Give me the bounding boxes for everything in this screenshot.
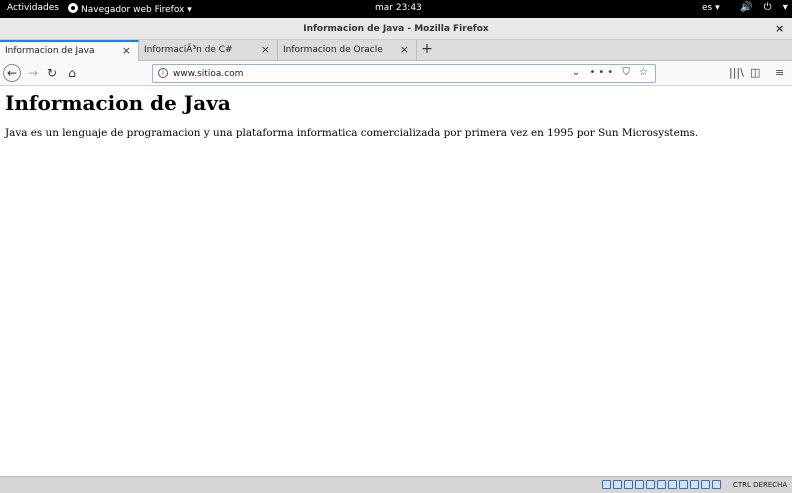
clock[interactable]: mar 23:43 — [375, 3, 422, 13]
tab-label: InformaciÃ³n de C# — [144, 45, 233, 55]
hard-disk-icon[interactable] — [602, 480, 611, 489]
address-bar[interactable]: i www.sitioa.com ⌄ ••• ⛉ ☆ — [152, 64, 656, 83]
system-top-bar: Actividades Navegador web Firefox ▾ mar … — [0, 0, 792, 18]
forward-arrow-icon[interactable]: → — [24, 64, 42, 82]
reload-icon[interactable]: ↻ — [43, 64, 61, 82]
window-title: Informacion de Java - Mozilla Firefox — [303, 24, 489, 34]
video-capture-icon[interactable] — [679, 480, 688, 489]
host-key-label: CTRL DERECHA — [733, 481, 788, 489]
tab-strip: Informacion de Java × InformaciÃ³n de C#… — [0, 40, 792, 62]
audio-icon[interactable] — [624, 480, 633, 489]
address-bar-actions[interactable]: ⌄ ••• ⛉ ☆ — [572, 67, 651, 78]
shared-folder-icon[interactable] — [657, 480, 666, 489]
activities-button[interactable]: Actividades — [7, 3, 59, 13]
window-close-icon[interactable]: × — [775, 22, 784, 35]
back-arrow-icon[interactable]: ← — [3, 64, 21, 82]
mouse-integration-icon[interactable] — [690, 480, 699, 489]
home-icon[interactable]: ⌂ — [63, 64, 81, 82]
usb-icon[interactable] — [646, 480, 655, 489]
tab-close-icon[interactable]: × — [261, 43, 270, 56]
url-text[interactable]: www.sitioa.com — [173, 69, 243, 79]
app-menu[interactable]: Navegador web Firefox ▾ — [68, 3, 192, 15]
app-menu-label: Navegador web Firefox ▾ — [81, 5, 192, 15]
tab-label: Informacion de Oracle — [283, 45, 383, 55]
new-tab-button[interactable]: + — [419, 41, 435, 57]
display-icon[interactable] — [668, 480, 677, 489]
tab-close-icon[interactable]: × — [400, 43, 409, 56]
page-heading: Informacion de Java — [5, 91, 231, 115]
window-title-bar: Informacion de Java - Mozilla Firefox × — [0, 18, 792, 40]
cpu-icon[interactable] — [701, 480, 710, 489]
optical-drive-icon[interactable] — [613, 480, 622, 489]
menu-icon[interactable]: ≡ — [775, 66, 784, 79]
navigation-bar: ← → ↻ ⌂ i www.sitioa.com ⌄ ••• ⛉ ☆ |||\ … — [0, 61, 792, 86]
firefox-icon — [68, 3, 78, 13]
sidebar-icon[interactable]: ◫ — [750, 66, 760, 79]
tab-close-icon[interactable]: × — [122, 44, 131, 57]
network-icon[interactable] — [635, 480, 644, 489]
system-tray-icons[interactable]: 🔊 ⏻ ▾ — [740, 2, 792, 13]
page-paragraph: Java es un lenguaje de programacion y un… — [5, 127, 699, 139]
tab-informacion-oracle[interactable]: Informacion de Oracle × — [278, 40, 417, 61]
library-icon[interactable]: |||\ — [729, 66, 744, 79]
vm-device-icons — [602, 480, 721, 489]
vm-status-bar: CTRL DERECHA — [0, 476, 792, 493]
host-key-icon[interactable] — [712, 480, 721, 489]
tab-label: Informacion de Java — [5, 46, 95, 56]
tab-informacion-csharp[interactable]: InformaciÃ³n de C# × — [139, 40, 278, 61]
tab-informacion-java[interactable]: Informacion de Java × — [0, 40, 139, 62]
site-info-icon[interactable]: i — [158, 68, 168, 78]
language-indicator[interactable]: es ▾ — [702, 3, 720, 13]
page-content: Informacion de Java Java es un lenguaje … — [0, 86, 792, 476]
